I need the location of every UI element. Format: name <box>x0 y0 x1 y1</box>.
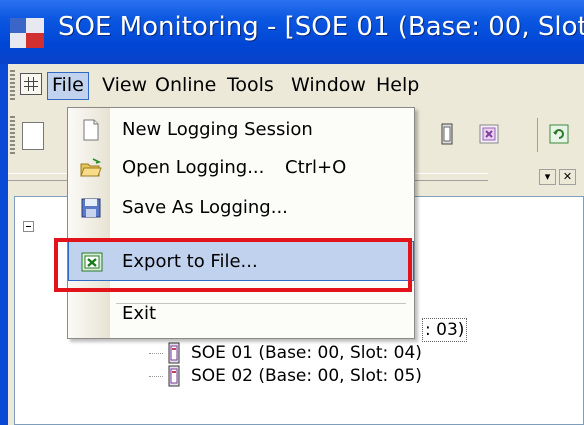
delete-icon[interactable] <box>478 122 500 146</box>
soe-module-icon <box>168 342 180 364</box>
highlight-annotation-box <box>54 238 412 292</box>
menu-item-open-logging[interactable]: Open Logging... Ctrl+O <box>68 148 414 188</box>
menu-tools[interactable]: Tools <box>223 72 278 98</box>
menu-file[interactable]: File <box>47 72 89 100</box>
menu-help[interactable]: Help <box>372 72 423 98</box>
menu-window[interactable]: Window <box>287 72 370 98</box>
pane-dropdown-button[interactable]: ▾ <box>539 169 556 185</box>
menu-item-save-as-logging[interactable]: Save As Logging... <box>68 188 414 228</box>
app-icon <box>10 18 44 48</box>
menu-bar: File View Online Tools Window Help <box>8 64 584 108</box>
open-folder-icon <box>80 158 102 177</box>
menubar-grip[interactable] <box>10 70 15 100</box>
toolbar-separator <box>537 118 538 152</box>
save-disk-icon <box>81 198 101 218</box>
new-document-icon <box>83 119 99 141</box>
pane-close-button[interactable]: ✕ <box>559 169 576 185</box>
refresh-icon[interactable] <box>548 122 570 146</box>
toolbar-grip[interactable] <box>10 116 15 156</box>
window-title: SOE Monitoring - [SOE 01 (Base: 00, Slot… <box>58 12 584 42</box>
file-menu-dropdown: New Logging Session Open Logging... Ctrl… <box>67 107 415 339</box>
tree-partial-label[interactable]: : 03) <box>422 318 468 342</box>
app-window: SOE Monitoring - [SOE 01 (Base: 00, Slot… <box>0 0 584 425</box>
tree-collapse-icon[interactable] <box>23 221 34 232</box>
tree-item[interactable]: SOE 02 (Base: 00, Slot: 05) <box>149 365 569 387</box>
mdi-window-icon[interactable] <box>20 73 42 95</box>
menu-item-new-logging-session[interactable]: New Logging Session <box>68 110 414 150</box>
tree-item[interactable]: SOE 01 (Base: 00, Slot: 04) <box>149 342 569 364</box>
menu-item-exit[interactable]: Exit <box>68 294 414 334</box>
tree-item-label: SOE 02 (Base: 00, Slot: 05) <box>191 366 422 386</box>
device-icon[interactable] <box>436 122 458 146</box>
soe-module-icon <box>168 365 180 387</box>
new-document-icon[interactable] <box>22 122 44 150</box>
menu-view[interactable]: View <box>98 72 151 98</box>
menu-online[interactable]: Online <box>151 72 220 98</box>
tree-item-label: SOE 01 (Base: 00, Slot: 04) <box>191 343 422 363</box>
title-bar[interactable]: SOE Monitoring - [SOE 01 (Base: 00, Slot… <box>0 0 584 64</box>
